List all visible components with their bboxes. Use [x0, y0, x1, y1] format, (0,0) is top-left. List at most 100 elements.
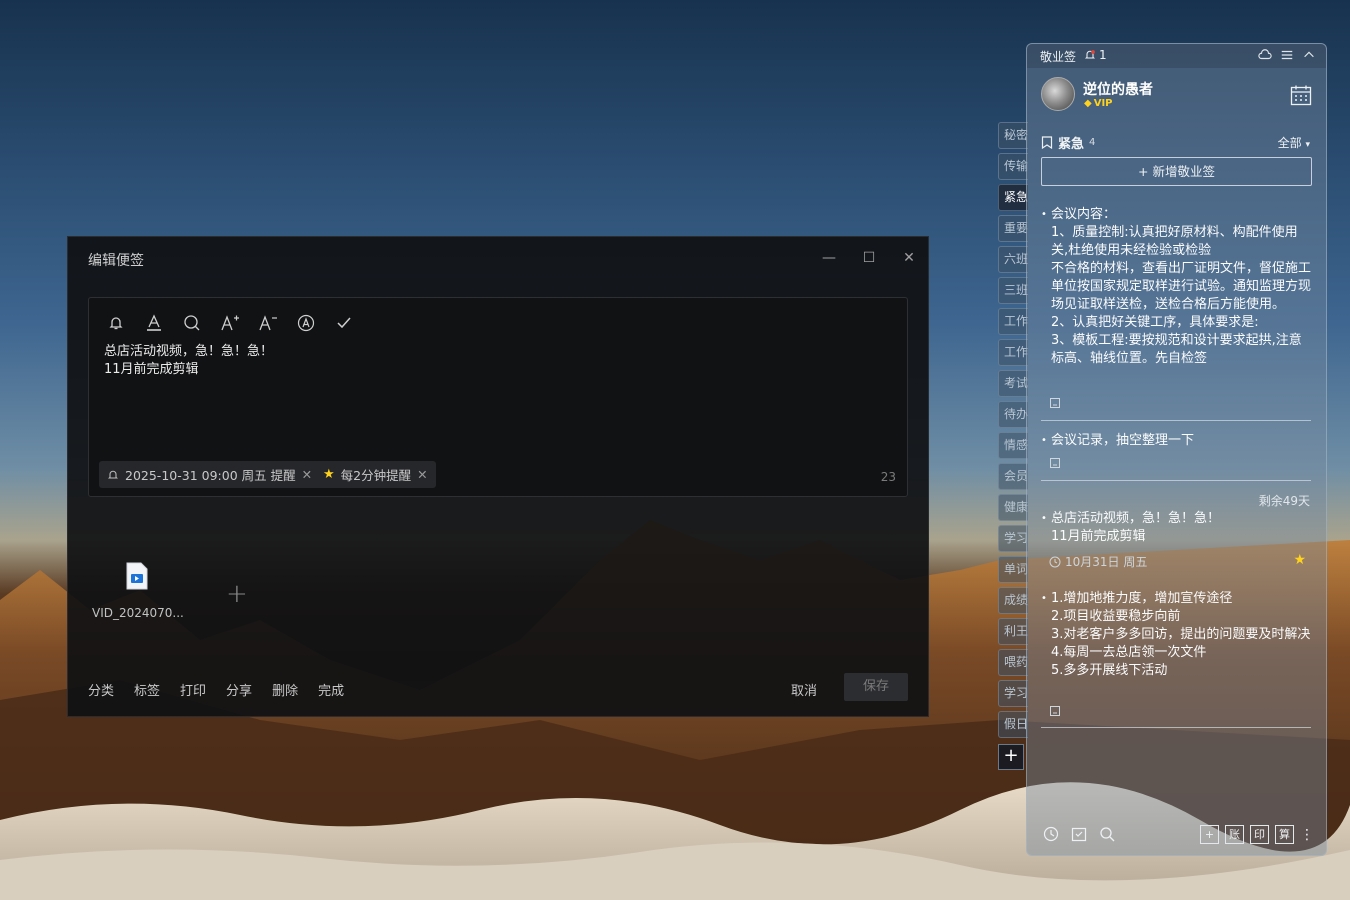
attachment-name: VID_2024070... [92, 606, 184, 620]
remove-tag-icon[interactable]: ✕ [417, 467, 427, 482]
filter-label: 全部 [1277, 136, 1302, 150]
vip-badge: ◆ VIP [1084, 98, 1113, 109]
note-line: 3、模板工程:要按规范和设计要求起拱,注意标高、轴线位置。先自检签 [1051, 333, 1302, 366]
close-icon[interactable]: ✕ [900, 249, 918, 267]
minimize-icon[interactable]: — [820, 249, 838, 267]
video-file-icon [126, 562, 148, 590]
note-item[interactable]: • 总店活动视频，急！急！急！ 11月前完成剪辑 [1041, 510, 1311, 546]
filter-dropdown[interactable]: 全部 ▾ [1278, 134, 1310, 151]
username[interactable]: 逆位的愚者 [1083, 79, 1153, 99]
window-title: 编辑便签 [88, 253, 144, 269]
ledger-button[interactable]: 账 [1225, 825, 1244, 844]
font-color-icon[interactable] [141, 310, 167, 336]
tab-category[interactable]: 传输 [998, 153, 1028, 180]
text-style-icon[interactable] [293, 310, 319, 336]
notification-count: 1 [1099, 48, 1107, 62]
char-count: 23 [880, 470, 896, 484]
tab-category[interactable]: 学习 [998, 680, 1028, 707]
tab-category[interactable]: 秘密 [998, 122, 1028, 149]
note-line: 5.多多开展线下活动 [1051, 663, 1168, 678]
app-name: 敬业签 [1040, 50, 1077, 64]
bell-icon [1084, 50, 1096, 59]
add-icon[interactable]: + [1200, 825, 1219, 844]
calendar-icon[interactable] [1290, 84, 1312, 110]
plus-icon: + [1138, 164, 1149, 179]
star-icon: ★ [323, 467, 335, 482]
remove-tag-icon[interactable]: ✕ [302, 467, 312, 482]
tab-category[interactable]: 成绩 [998, 587, 1028, 614]
font-decrease-icon[interactable] [255, 310, 281, 336]
cancel-button[interactable]: 取消 [791, 680, 817, 699]
tab-category[interactable]: 待办 [998, 401, 1028, 428]
note-editor[interactable]: 总店活动视频，急！急！急！ 11月前完成剪辑 2025-10-31 09:00 … [88, 297, 908, 497]
note-line: 11月前完成剪辑 [104, 362, 199, 377]
tab-category[interactable]: 考试 [998, 370, 1028, 397]
category-header: 紧急 4 [1041, 133, 1095, 152]
category-button[interactable]: 分类 [88, 680, 114, 699]
maximize-icon[interactable]: ☐ [860, 249, 878, 267]
check-icon[interactable] [331, 310, 357, 336]
bullet-icon: • [1041, 209, 1047, 220]
note-line: 不合格的材料，查看出厂证明文件，督促施工单位按国家规定取样进行试验。通知监理方现… [1051, 261, 1311, 312]
share-button[interactable]: 分享 [226, 680, 252, 699]
notification-bell[interactable]: 1 [1084, 48, 1107, 62]
category-title: 紧急 [1058, 137, 1085, 152]
tab-category[interactable]: 六班 [998, 246, 1028, 273]
tag-button[interactable]: 标签 [134, 680, 160, 699]
new-note-button[interactable]: + 新增敬业签 [1041, 157, 1312, 186]
bell-icon[interactable] [103, 310, 129, 336]
more-icon[interactable]: ⋮ [1300, 828, 1314, 842]
print-button[interactable]: 印 [1250, 825, 1269, 844]
star-icon[interactable]: ★ [1293, 552, 1306, 568]
tab-category-active[interactable]: 紧急 [998, 184, 1028, 211]
reminder-tag[interactable]: 2025-10-31 09:00 周五 提醒 ✕ [99, 461, 321, 488]
header-controls [1258, 48, 1316, 62]
tab-category[interactable]: 假日 [998, 711, 1028, 738]
collapse-icon[interactable] [1302, 48, 1316, 62]
menu-icon[interactable] [1280, 48, 1294, 62]
search-icon[interactable] [1099, 826, 1115, 842]
print-button[interactable]: 打印 [180, 680, 206, 699]
tab-category[interactable]: 健康 [998, 494, 1028, 521]
tab-category[interactable]: 情感 [998, 432, 1028, 459]
clock-icon[interactable] [1043, 826, 1059, 842]
search-icon[interactable] [179, 310, 205, 336]
tab-category[interactable]: 工作 [998, 308, 1028, 335]
note-line: 2.项目收益要稳步向前 [1051, 609, 1181, 624]
tab-category[interactable]: 喂药 [998, 649, 1028, 676]
attachment-video[interactable]: VID_2024070... [92, 562, 184, 620]
add-attachment-button[interactable]: + [226, 579, 248, 609]
checklist-icon[interactable] [1071, 826, 1087, 842]
reminder-date: 10月31日 周五 [1049, 553, 1147, 570]
tab-category[interactable]: 单词 [998, 556, 1028, 583]
tab-category[interactable]: 重要 [998, 215, 1028, 242]
note-content[interactable]: 总店活动视频，急！急！急！ 11月前完成剪辑 [104, 343, 273, 379]
add-category-button[interactable]: + [998, 744, 1024, 770]
calculator-button[interactable]: 算 [1275, 825, 1294, 844]
reminder-tag-label: 2025-10-31 09:00 周五 提醒 [125, 468, 296, 483]
avatar[interactable] [1041, 77, 1075, 111]
delete-button[interactable]: 删除 [272, 680, 298, 699]
panel-footer: + 账 印 算 ⋮ [1027, 816, 1326, 855]
lock-icon [1050, 458, 1060, 468]
chevron-down-icon: ▾ [1305, 140, 1310, 150]
tab-category[interactable]: 工作 [998, 339, 1028, 366]
lock-icon [1050, 706, 1060, 716]
note-line: 总店活动视频，急！急！急！ [1051, 511, 1221, 526]
tab-category[interactable]: 利王 [998, 618, 1028, 645]
cloud-sync-icon[interactable] [1258, 48, 1272, 62]
tab-category[interactable]: 学习 [998, 525, 1028, 552]
repeat-tag[interactable]: ★ 每2分钟提醒 ✕ [315, 461, 436, 488]
tab-category[interactable]: 会员 [998, 463, 1028, 490]
font-increase-icon[interactable] [217, 310, 243, 336]
edit-note-window: 编辑便签 — ☐ ✕ 总店活动视频，急！急！急！ 11月前完成剪辑 2025-1… [67, 236, 929, 717]
note-item[interactable]: • 会议记录，抽空整理一下 [1041, 432, 1311, 450]
complete-button[interactable]: 完成 [318, 680, 344, 699]
note-line: 会议内容： [1051, 207, 1117, 222]
tab-category[interactable]: 三班 [998, 277, 1028, 304]
note-item[interactable]: • 1.增加地推力度，增加宣传途径 2.项目收益要稳步向前 3.对老客户多多回访… [1041, 590, 1311, 680]
bookmark-icon [1041, 136, 1053, 149]
note-item[interactable]: • 会议内容： 1、质量控制:认真把好原材料、构配件使用关,杜绝使用未经检验或检… [1041, 206, 1311, 392]
format-toolbar [103, 310, 357, 336]
save-button[interactable]: 保存 [844, 673, 908, 701]
